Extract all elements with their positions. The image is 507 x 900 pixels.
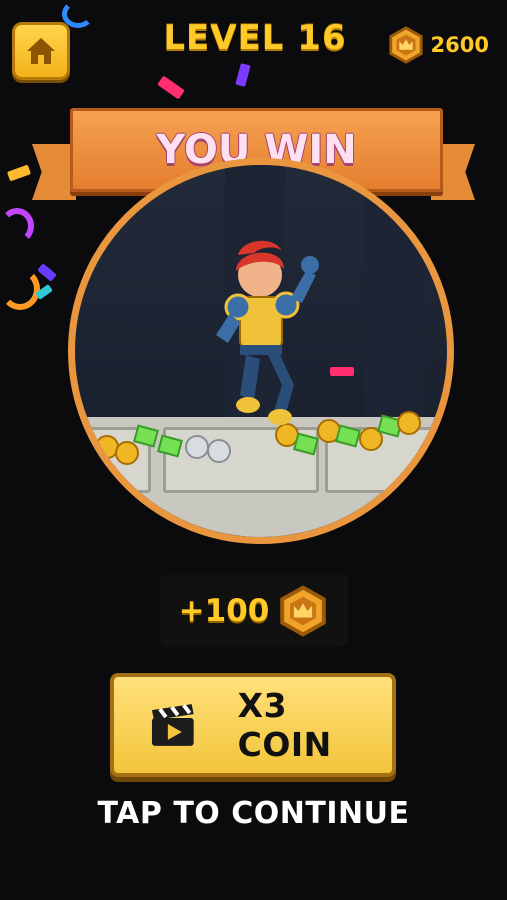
coin-balance: 2600 bbox=[430, 33, 489, 57]
confetti-piece bbox=[6, 164, 32, 182]
victory-scene-image bbox=[68, 158, 454, 544]
crown-coin-icon bbox=[280, 585, 327, 637]
x3-coin-button[interactable]: X3 COIN bbox=[110, 673, 396, 777]
coin-counter: 2600 bbox=[387, 26, 489, 64]
video-clapper-icon bbox=[151, 703, 194, 746]
reward-amount-box: +100 bbox=[160, 575, 348, 647]
reward-amount: +100 bbox=[178, 593, 270, 629]
home-icon bbox=[27, 38, 55, 64]
dungeon-pillar bbox=[365, 165, 425, 425]
confetti-piece bbox=[37, 263, 57, 282]
tap-to-continue[interactable]: TAP TO CONTINUE bbox=[0, 796, 507, 831]
hero-character-image bbox=[216, 240, 319, 425]
confetti-piece bbox=[62, 0, 94, 28]
x3-coin-label: X3 COIN bbox=[237, 686, 332, 764]
confetti-piece bbox=[0, 268, 40, 310]
confetti-piece bbox=[235, 63, 251, 87]
confetti-piece bbox=[157, 75, 185, 100]
home-button[interactable] bbox=[12, 22, 70, 80]
crown-coin-icon bbox=[388, 26, 423, 64]
confetti-piece bbox=[0, 208, 34, 244]
level-title: LEVEL 16 bbox=[163, 18, 347, 58]
confetti-piece bbox=[330, 367, 354, 376]
